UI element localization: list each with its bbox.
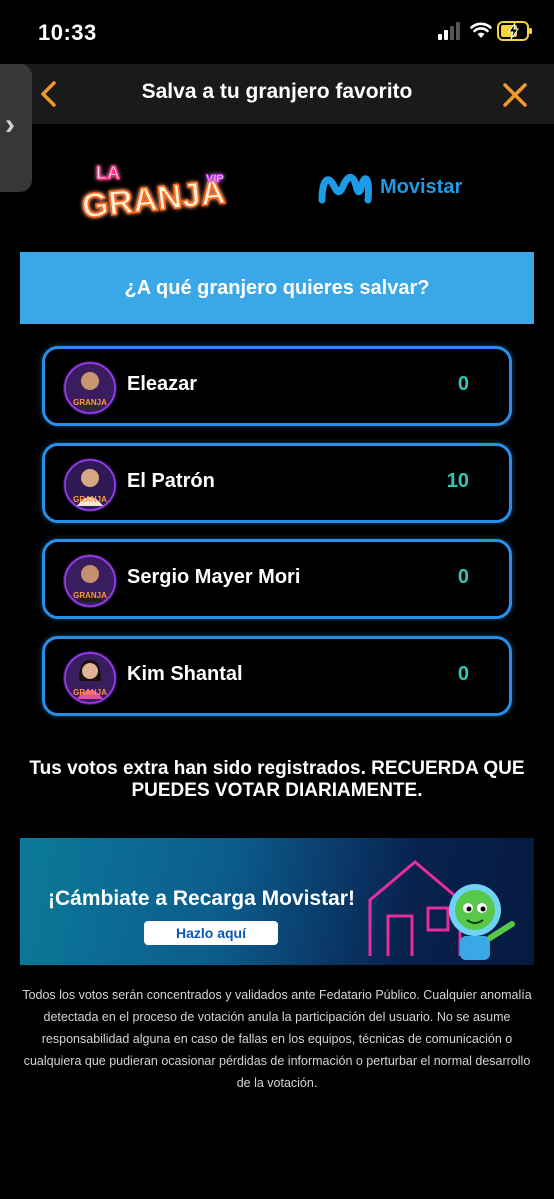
svg-text:VIP: VIP [206,173,224,185]
promo-button[interactable]: Hazlo aquí [144,921,278,945]
svg-text:GRANJA: GRANJA [73,688,107,697]
svg-text:LA: LA [96,163,120,183]
candidate-avatar: GRANJA [63,361,117,415]
candidate-avatar: GRANJA [63,651,117,705]
status-time: 10:33 [38,20,97,45]
app-header: Salva a tu granjero favorito [0,64,554,124]
candidate-name: Sergio Mayer Mori [127,566,301,588]
promo-headline: ¡Cámbiate a Recarga Movistar! [48,887,355,910]
movistar-wordmark: Movistar [380,176,463,198]
candidate-card[interactable]: GRANJA Eleazar 0 [42,346,512,426]
page-title: Salva a tu granjero favorito [141,80,413,103]
status-bar: 10:33 [0,0,554,64]
candidate-name: El Patrón [127,470,215,492]
candidate-avatar: GRANJA [63,554,117,608]
movistar-m-icon [318,174,372,204]
question-banner: ¿A qué granjero quieres salvar? [20,252,534,324]
svg-text:GRANJA: GRANJA [73,398,107,407]
svg-text:GRANJA: GRANJA [73,591,107,600]
logo-row: LA GRANJA VIP Movistar [0,132,554,242]
close-icon[interactable] [500,80,530,110]
candidate-name: Eleazar [127,373,198,395]
candidate-card[interactable]: GRANJA El Patrón 10 [42,443,512,523]
movistar-logo: Movistar [318,170,468,210]
candidate-card[interactable]: GRANJA Sergio Mayer Mori 0 [42,539,512,619]
confirmation-message: Tus votos extra han sido registrados. RE… [29,758,525,801]
promo-banner[interactable]: ¡Cámbiate a Recarga Movistar! Hazlo aquí [20,838,534,965]
candidate-name: Kim Shantal [127,663,243,685]
disclaimer-text: Todos los votos serán concentrados y val… [22,988,532,1090]
wifi-icon [470,22,492,38]
candidate-avatar: GRANJA [63,458,117,512]
cellular-signal-icon [438,22,460,40]
candidate-votes: 0 [457,566,469,588]
candidate-card[interactable]: GRANJA Kim Shantal 0 [42,636,512,716]
battery-charging-icon [497,21,532,41]
candidate-votes: 0 [457,373,469,395]
svg-text:GRANJA: GRANJA [73,495,107,504]
candidate-votes: 0 [457,663,469,685]
la-granja-logo: LA GRANJA VIP [79,162,227,226]
candidate-votes: 10 [446,470,469,492]
